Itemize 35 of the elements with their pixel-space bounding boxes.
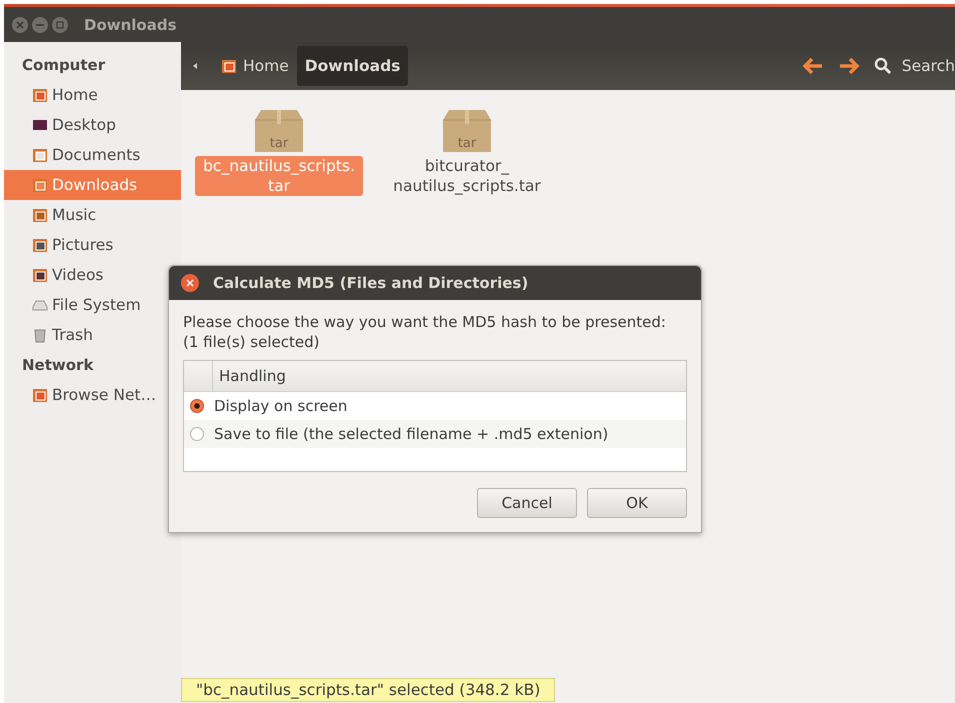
- sidebar-item[interactable]: Browse Net…: [4, 380, 181, 410]
- close-icon[interactable]: [181, 274, 199, 292]
- back-arrow-icon[interactable]: [802, 57, 824, 75]
- sidebar-item[interactable]: Documents: [4, 140, 181, 170]
- dialog-message: (1 file(s) selected): [183, 332, 320, 352]
- sidebar-item[interactable]: Pictures: [4, 230, 181, 260]
- sidebar-heading: Computer: [21, 55, 106, 76]
- column-header[interactable]: Handling: [213, 361, 286, 391]
- dialog-button[interactable]: OK: [587, 488, 687, 518]
- dialog-button[interactable]: Cancel: [477, 488, 577, 518]
- window-title: Downloads: [84, 16, 177, 34]
- maximize-icon[interactable]: [52, 16, 68, 32]
- sidebar-item[interactable]: Desktop: [4, 110, 181, 140]
- option-label[interactable]: Display on screen: [214, 397, 348, 415]
- path-button[interactable]: Home: [213, 46, 297, 86]
- caret-icon[interactable]: [193, 63, 197, 69]
- dialog-title: Calculate MD5 (Files and Directories): [213, 274, 528, 292]
- status-bar: "bc_nautilus_scripts.tar" selected (348.2 kB): [181, 678, 556, 702]
- desktop-icon: [32, 117, 48, 133]
- minimize-icon[interactable]: [32, 16, 48, 32]
- sidebar-item[interactable]: Home: [4, 80, 181, 110]
- forward-arrow-icon[interactable]: [838, 57, 860, 75]
- sidebar-item[interactable]: Music: [4, 200, 181, 230]
- radio-button[interactable]: [190, 399, 204, 413]
- radio-button[interactable]: [190, 427, 204, 441]
- sidebar-item[interactable]: Videos: [4, 260, 181, 290]
- file-name[interactable]: bitcurator_ nautilus_scripts.tar: [389, 156, 545, 196]
- sidebar-item[interactable]: File System: [4, 290, 181, 320]
- dialog-message: Please choose the way you want the MD5 hash to be presented:: [183, 312, 667, 332]
- sidebar-item[interactable]: Trash: [4, 320, 181, 350]
- search-label[interactable]: Search: [902, 57, 955, 75]
- search-icon[interactable]: [874, 57, 892, 75]
- trash-icon: [32, 327, 48, 343]
- path-button[interactable]: Downloads: [296, 46, 408, 86]
- sidebar-heading: Network: [21, 355, 94, 376]
